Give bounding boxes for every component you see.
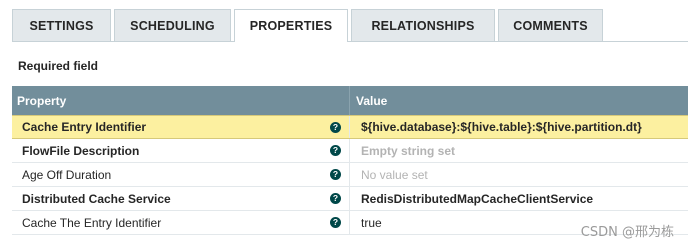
question-circle-icon[interactable]: ? [330, 169, 341, 180]
property-value[interactable]: RedisDistributedMapCacheClientService [349, 187, 688, 210]
watermark-text: CSDN @邢为栋 [580, 225, 674, 240]
tab-relationships[interactable]: RELATIONSHIPS [351, 9, 495, 41]
property-name-cell: Cache The Entry Identifier ? [12, 211, 349, 234]
tab-comments[interactable]: COMMENTS [498, 9, 603, 41]
tab-divider [12, 41, 688, 42]
property-value[interactable]: No value set [349, 163, 688, 186]
property-name-cell: Cache Entry Identifier ? [12, 116, 349, 138]
table-row[interactable]: Age Off Duration ? No value set [12, 163, 688, 187]
property-name: FlowFile Description [22, 143, 140, 158]
properties-table: Property Value Cache Entry Identifier ? … [12, 86, 688, 235]
processor-config-dialog: SETTINGS SCHEDULING PROPERTIES RELATIONS… [0, 0, 688, 248]
question-circle-icon[interactable]: ? [330, 145, 341, 156]
property-name: Age Off Duration [22, 167, 112, 182]
table-header: Property Value [12, 86, 688, 115]
property-value[interactable]: ${hive.database}:${hive.table}:${hive.pa… [349, 116, 688, 138]
question-circle-icon[interactable]: ? [330, 193, 341, 204]
table-row[interactable]: Cache Entry Identifier ? ${hive.database… [12, 115, 688, 139]
property-value[interactable]: Empty string set [349, 139, 688, 162]
property-name-cell: Age Off Duration ? [12, 163, 349, 186]
column-header-property[interactable]: Property [12, 94, 349, 108]
question-circle-icon[interactable]: ? [330, 217, 341, 228]
question-circle-icon[interactable]: ? [330, 121, 341, 133]
property-name: Cache Entry Identifier [22, 120, 147, 134]
tab-scheduling[interactable]: SCHEDULING [114, 9, 231, 41]
column-header-value[interactable]: Value [349, 86, 688, 115]
table-row[interactable]: FlowFile Description ? Empty string set [12, 139, 688, 163]
property-name-cell: FlowFile Description ? [12, 139, 349, 162]
required-field-label: Required field [18, 59, 99, 73]
tab-properties[interactable]: PROPERTIES [234, 9, 348, 42]
table-row[interactable]: Distributed Cache Service ? RedisDistrib… [12, 187, 688, 211]
property-name: Cache The Entry Identifier [22, 215, 162, 230]
tab-settings[interactable]: SETTINGS [12, 9, 111, 41]
tab-bar: SETTINGS SCHEDULING PROPERTIES RELATIONS… [12, 9, 603, 42]
property-name: Distributed Cache Service [22, 191, 171, 206]
property-name-cell: Distributed Cache Service ? [12, 187, 349, 210]
